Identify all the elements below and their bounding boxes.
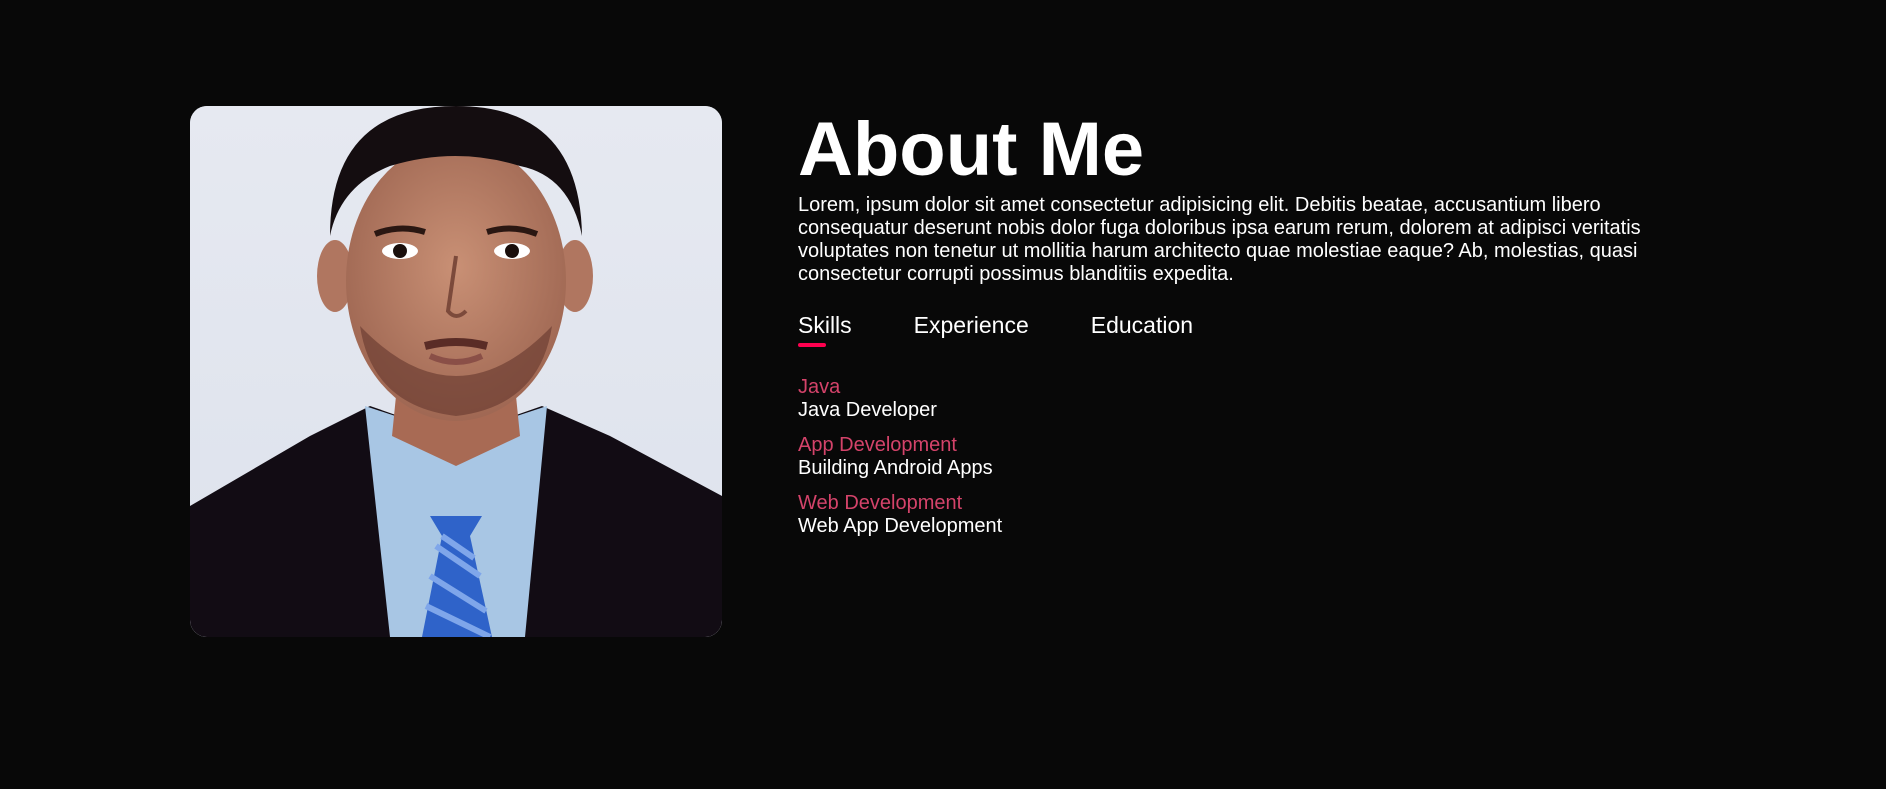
about-description: Lorem, ipsum dolor sit amet consectetur … <box>798 194 1641 285</box>
list-item: Java Java Developer <box>798 376 1658 422</box>
skill-detail: Java Developer <box>798 399 937 421</box>
list-item: Web Development Web App Development <box>798 492 1658 538</box>
list-item: App Development Building Android Apps <box>798 434 1658 480</box>
skill-name: Java <box>798 376 841 398</box>
about-section: About Me Lorem, ipsum dolor sit amet con… <box>0 0 1886 789</box>
skill-detail: Building Android Apps <box>798 457 993 479</box>
profile-photo <box>190 106 722 637</box>
page-title: About Me <box>798 107 1145 192</box>
tab-bar: Skills Experience Education <box>798 310 1658 350</box>
tab-experience[interactable]: Experience <box>914 310 1029 350</box>
tab-education[interactable]: Education <box>1091 310 1193 350</box>
about-content: About Me Lorem, ipsum dolor sit amet con… <box>798 108 1658 550</box>
skill-name: Web Development <box>798 492 963 514</box>
skills-list: Java Java Developer App Development Buil… <box>798 376 1658 538</box>
skill-name: App Development <box>798 434 957 456</box>
skill-detail: Web App Development <box>798 515 1003 537</box>
tab-skills[interactable]: Skills <box>798 310 852 350</box>
